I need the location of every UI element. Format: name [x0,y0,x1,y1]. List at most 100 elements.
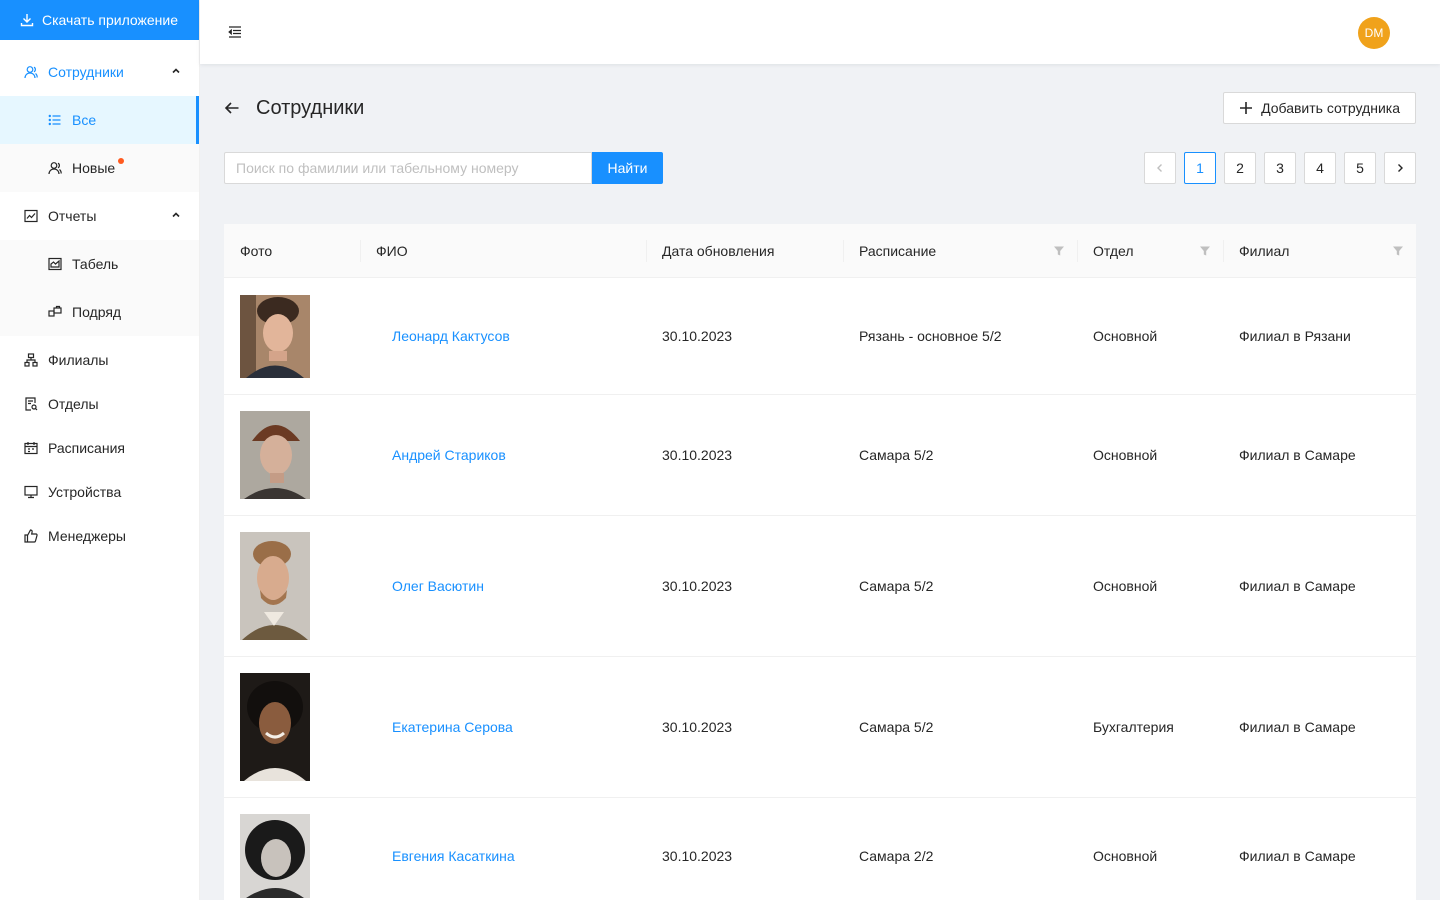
employee-photo [240,814,310,898]
sidebar-item-reports[interactable]: Отчеты [0,196,199,236]
column-label: Фото [240,242,273,259]
employee-name-link[interactable]: Андрей Стариков [376,447,506,463]
download-app-label: Скачать приложение [42,12,179,28]
employee-name-link[interactable]: Леонард Кактусов [376,328,510,344]
page-header: Сотрудники Добавить сотрудника [224,64,1416,152]
blocks-icon [48,305,62,319]
list-icon [48,113,62,127]
user-avatar[interactable]: DM [1358,17,1390,49]
department-cell: Основной [1093,848,1158,864]
column-header-photo: Фото [224,224,360,278]
column-header-name: ФИО [360,224,646,278]
sidebar-item-label: Менеджеры [48,528,126,544]
column-label: Филиал [1239,242,1290,259]
sidebar-item-departments[interactable]: Отделы [0,384,199,424]
area-chart-icon [48,257,62,271]
table-row[interactable]: Андрей Стариков 30.10.2023 Самара 5/2 Ос… [224,395,1416,516]
column-header-schedule: Расписание [843,224,1077,278]
filter-icon[interactable] [1392,245,1404,257]
branch-cell: Филиал в Самаре [1239,447,1356,463]
pagination-page-3[interactable]: 3 [1264,152,1296,184]
chevron-up-icon [171,210,181,220]
pagination-prev[interactable] [1144,152,1176,184]
filter-icon[interactable] [1053,245,1065,257]
sidebar-item-branches[interactable]: Филиалы [0,340,199,380]
sidebar-item-label: Отделы [48,396,99,412]
chevron-right-icon [1395,163,1405,173]
branch-cell: Филиал в Самаре [1239,848,1356,864]
department-cell: Основной [1093,578,1158,594]
pagination-page-2[interactable]: 2 [1224,152,1256,184]
employee-photo [240,411,310,499]
sidebar-item-contract[interactable]: Подряд [0,288,199,336]
date-cell: 30.10.2023 [662,447,733,463]
employees-table: Фото ФИО Дата обновления Расписание Отде… [224,224,1416,900]
chevron-up-icon [171,66,181,76]
table-header: Фото ФИО Дата обновления Расписание Отде… [224,224,1416,278]
schedule-cell: Самара 5/2 [859,578,934,594]
department-cell: Основной [1093,328,1158,344]
page-title: Сотрудники [256,97,365,119]
arrow-left-icon[interactable] [224,100,240,116]
schedule-cell: Рязань - основное 5/2 [859,328,1002,344]
sidebar-item-label: Сотрудники [48,64,124,80]
table-row[interactable]: Олег Васютин 30.10.2023 Самара 5/2 Основ… [224,516,1416,657]
sidebar-item-label: Расписания [48,440,125,456]
submenu-employees: Все Новые [0,96,199,192]
column-header-date: Дата обновления [646,224,843,278]
pagination: 1 2 3 4 5 [1144,152,1416,184]
search-button[interactable]: Найти [592,152,663,184]
sidebar-item-label: Табель [72,256,119,272]
users-icon [48,161,62,175]
filter-icon[interactable] [1199,245,1211,257]
search-input[interactable] [224,152,592,184]
chevron-left-icon [1155,163,1165,173]
date-cell: 30.10.2023 [662,578,733,594]
employee-photo [240,532,310,640]
menu-fold-icon[interactable] [227,24,243,40]
notification-dot [118,158,124,164]
department-cell: Бухгалтерия [1093,719,1174,735]
name-cell: Олег Васютин [360,578,646,594]
sidebar-item-employees[interactable]: Сотрудники [0,52,199,92]
pagination-page-5[interactable]: 5 [1344,152,1376,184]
branch-cell: Филиал в Рязани [1239,328,1351,344]
photo-cell [224,411,360,499]
column-label: Отдел [1093,242,1134,259]
table-row[interactable]: Евгения Касаткина 30.10.2023 Самара 2/2 … [224,798,1416,900]
sidebar-item-timesheet[interactable]: Табель [0,240,199,288]
photo-cell [224,673,360,781]
sidebar-item-schedules[interactable]: Расписания [0,428,199,468]
pagination-next[interactable] [1384,152,1416,184]
download-app-button[interactable]: Скачать приложение [0,0,199,40]
sidebar-item-devices[interactable]: Устройства [0,472,199,512]
column-header-branch: Филиал [1223,224,1416,278]
column-label: Расписание [859,242,937,259]
column-header-department: Отдел [1077,224,1223,278]
table-row[interactable]: Леонард Кактусов 30.10.2023 Рязань - осн… [224,278,1416,395]
add-employee-label: Добавить сотрудника [1261,100,1400,116]
file-search-icon [24,397,38,411]
employee-name-link[interactable]: Екатерина Серова [376,719,513,735]
calendar-icon [24,441,38,455]
download-icon [20,13,34,27]
employee-photo [240,673,310,781]
sidebar-item-new[interactable]: Новые [0,144,199,192]
cluster-icon [24,353,38,367]
pagination-page-4[interactable]: 4 [1304,152,1336,184]
line-chart-icon [24,209,38,223]
sidebar-item-all[interactable]: Все [0,96,199,144]
main-content: Сотрудники Добавить сотрудника Найти 1 2… [224,64,1416,900]
pagination-page-1[interactable]: 1 [1184,152,1216,184]
date-cell: 30.10.2023 [662,328,733,344]
date-cell: 30.10.2023 [662,719,733,735]
employee-photo [240,294,310,378]
sidebar-item-managers[interactable]: Менеджеры [0,516,199,556]
sidebar-menu: Сотрудники Все Новые Отчеты Табель Подря… [0,52,199,556]
branch-cell: Филиал в Самаре [1239,578,1356,594]
employee-name-link[interactable]: Олег Васютин [376,578,484,594]
employee-name-link[interactable]: Евгения Касаткина [376,848,515,864]
add-employee-button[interactable]: Добавить сотрудника [1223,92,1416,124]
table-row[interactable]: Екатерина Серова 30.10.2023 Самара 5/2 Б… [224,657,1416,798]
date-cell: 30.10.2023 [662,848,733,864]
